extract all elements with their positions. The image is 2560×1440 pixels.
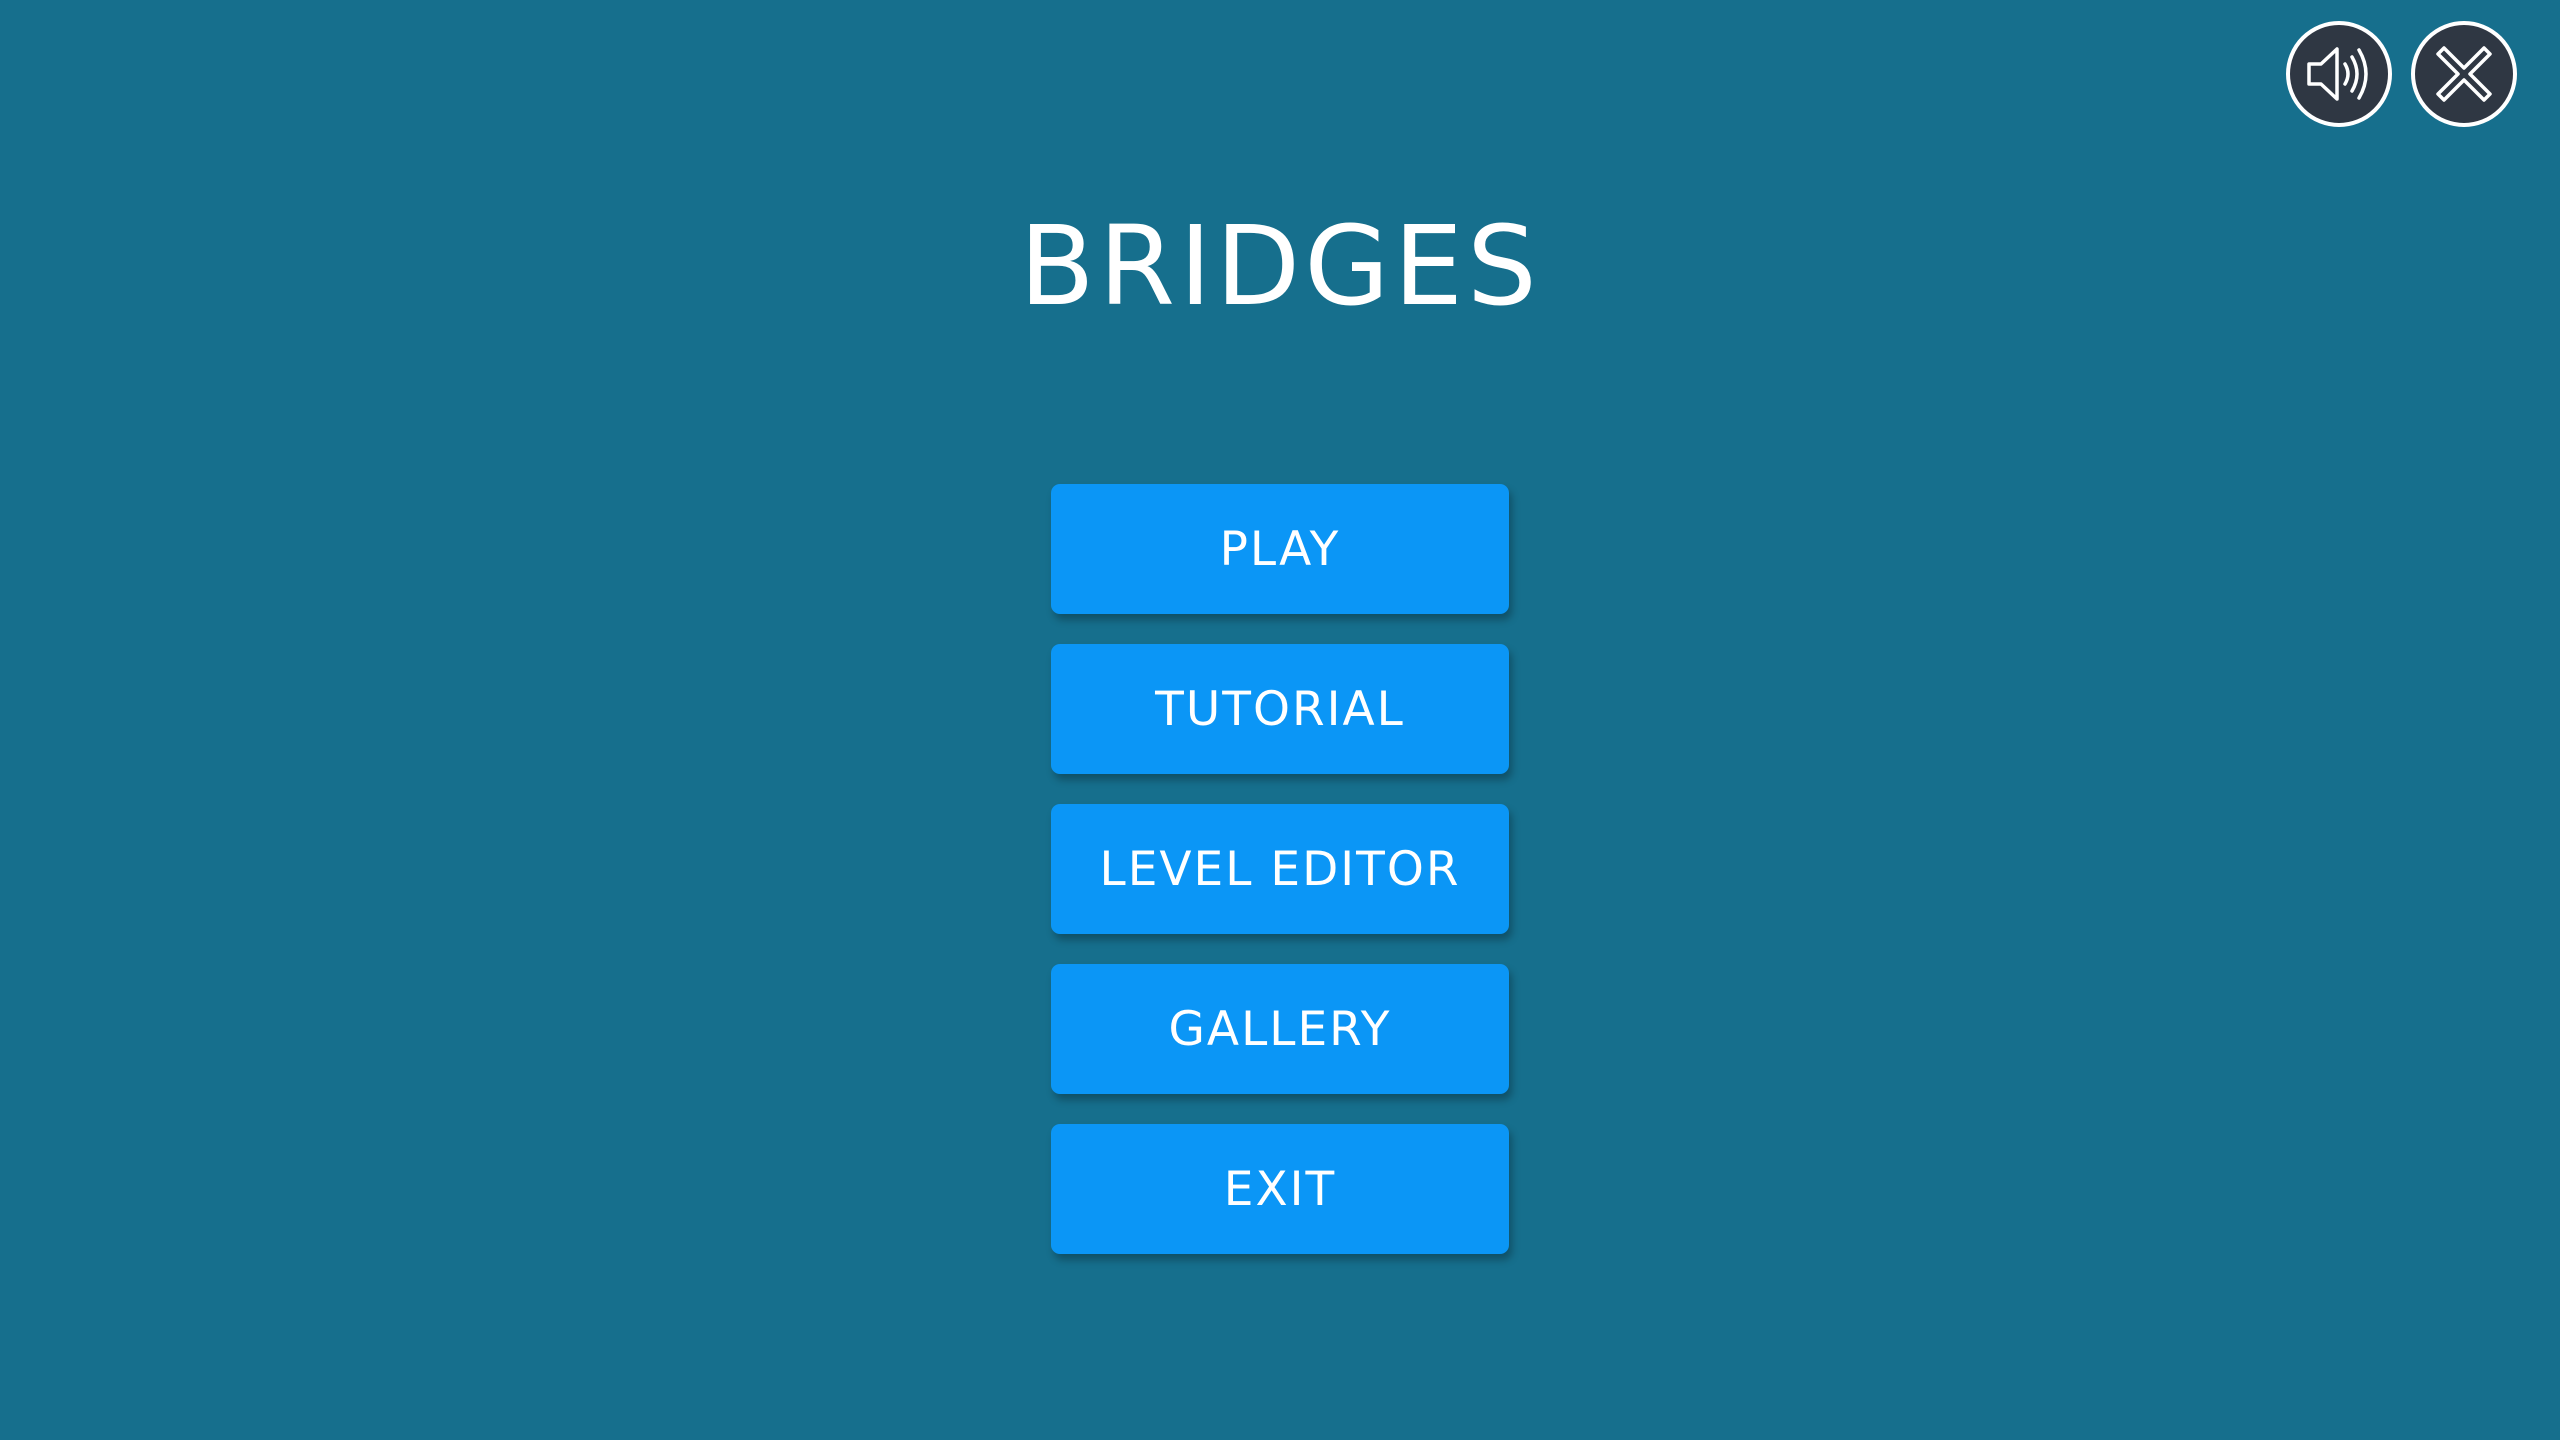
tutorial-button[interactable]: TUTORIAL [1051,644,1509,774]
exit-button[interactable]: EXIT [1051,1124,1509,1254]
corner-controls [2286,21,2517,127]
level-editor-button[interactable]: LEVEL EDITOR [1051,804,1509,934]
main-menu-screen: BRIDGES PLAY TUTORIAL LEVEL EDITOR GALLE… [0,0,2560,1440]
close-icon [2436,46,2492,102]
close-button[interactable] [2411,21,2517,127]
play-button[interactable]: PLAY [1051,484,1509,614]
gallery-button[interactable]: GALLERY [1051,964,1509,1094]
speaker-icon [2307,47,2368,101]
game-title: BRIDGES [1019,202,1541,330]
sound-toggle-button[interactable] [2286,21,2392,127]
main-menu: PLAY TUTORIAL LEVEL EDITOR GALLERY EXIT [1051,484,1509,1284]
